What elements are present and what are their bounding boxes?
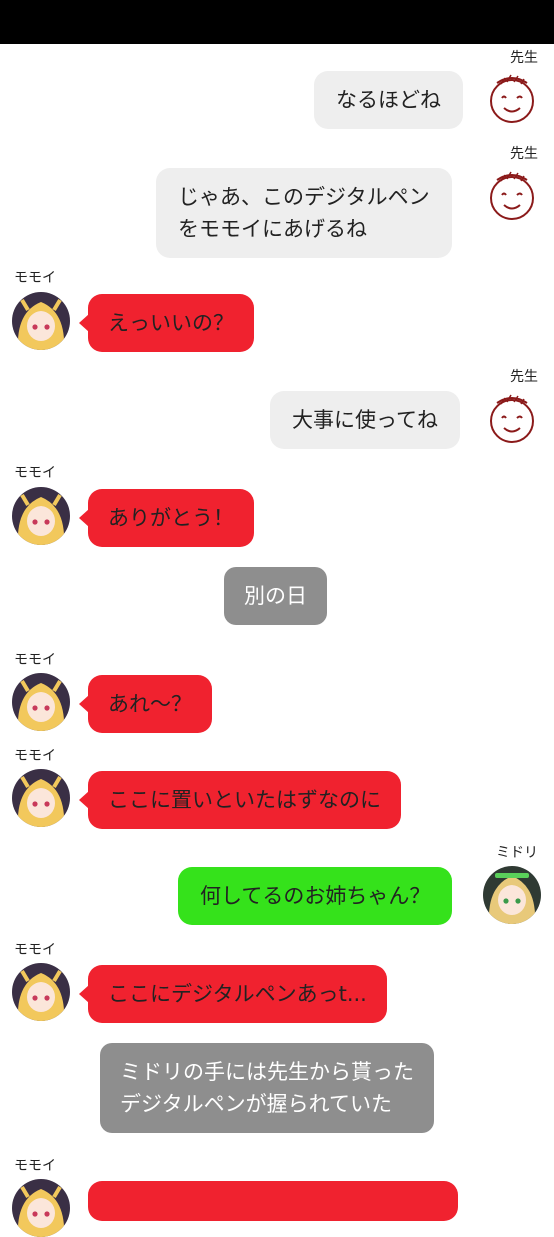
- momoi-message-bubble: ここにデジタルペンあっt...: [79, 965, 387, 1023]
- narration-bubble: ミドリの手には先生から貰った デジタルペンが握られていた: [100, 1043, 434, 1133]
- sensei-avatar-icon: [483, 167, 541, 225]
- message-text: ここにデジタルペンあっt...: [108, 982, 367, 1006]
- message-text: ここに置いといたはずなのに: [108, 788, 381, 812]
- speaker-name-momoi: モモイ: [14, 942, 56, 958]
- midori-message-bubble: 何してるのお姉ちゃん？: [178, 867, 453, 925]
- momoi-message-bubble: [88, 1181, 458, 1221]
- message-text: 何してるのお姉ちゃん？: [200, 884, 431, 908]
- narration-text: 別の日: [244, 584, 307, 608]
- message-text: なるほどね: [336, 88, 441, 112]
- message-text: 大事に使ってね: [292, 408, 438, 432]
- sensei-message-bubble: 大事に使ってね: [270, 391, 460, 449]
- speaker-name-sensei: 先生: [510, 369, 538, 385]
- narration-text-line-1: ミドリの手には先生から貰った: [120, 1060, 414, 1084]
- momoi-message-bubble: あれ～？: [79, 675, 212, 733]
- message-text: えっいいの？: [108, 311, 234, 335]
- narration-bubble: 別の日: [224, 567, 327, 625]
- momoi-message-bubble: ここに置いといたはずなのに: [79, 771, 401, 829]
- midori-avatar-icon: [483, 866, 541, 924]
- speaker-name-momoi: モモイ: [14, 270, 56, 286]
- sensei-message-bubble: じゃあ、このデジタルペン をモモイにあげるね: [156, 168, 452, 258]
- momoi-avatar-icon: [12, 769, 70, 827]
- message-text: ありがとう！: [108, 506, 234, 530]
- message-text: あれ～？: [108, 692, 192, 716]
- momoi-message-bubble: ありがとう！: [79, 489, 254, 547]
- sensei-message-bubble: なるほどね: [314, 71, 463, 129]
- message-text-line-2: をモモイにあげるね: [178, 217, 367, 241]
- speaker-name-sensei: 先生: [510, 50, 538, 66]
- speaker-name-midori: ミドリ: [496, 845, 538, 861]
- speaker-name-momoi: モモイ: [14, 748, 56, 764]
- momoi-message-bubble: えっいいの？: [79, 294, 254, 352]
- momoi-avatar-icon: [12, 673, 70, 731]
- momoi-avatar-icon: [12, 487, 70, 545]
- sensei-avatar-icon: [483, 70, 541, 128]
- speaker-name-momoi: モモイ: [14, 1158, 56, 1174]
- momoi-avatar-icon: [12, 963, 70, 1021]
- momoi-avatar-icon: [12, 1179, 70, 1237]
- sensei-avatar-icon: [483, 390, 541, 448]
- speaker-name-sensei: 先生: [510, 146, 538, 162]
- momoi-avatar-icon: [12, 292, 70, 350]
- message-text-line-1: じゃあ、このデジタルペン: [178, 185, 430, 209]
- speaker-name-momoi: モモイ: [14, 652, 56, 668]
- speaker-name-momoi: モモイ: [14, 465, 56, 481]
- status-bar: [0, 0, 554, 44]
- narration-text-line-2: デジタルペンが握られていた: [120, 1092, 392, 1116]
